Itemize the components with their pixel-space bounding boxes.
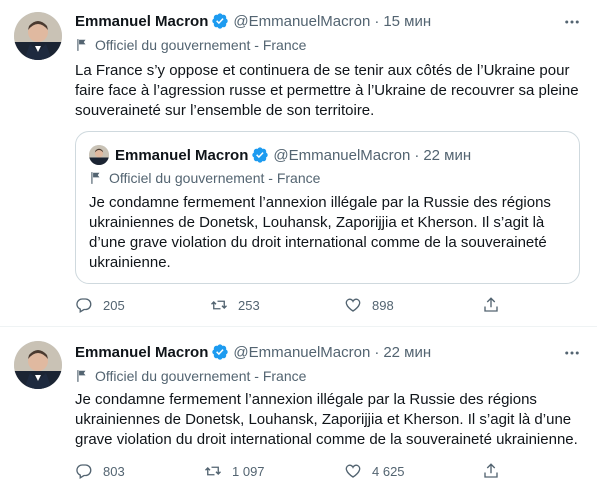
reply-count: 803 <box>103 463 125 479</box>
share-icon <box>484 463 498 478</box>
retweet-button[interactable]: 253 <box>210 296 344 314</box>
verified-icon <box>211 343 229 361</box>
government-label-text: Officiel du gouvernement - France <box>95 37 307 53</box>
tweet-text-line: faire face à l’agression russe et permet… <box>75 82 579 99</box>
tweet-text: La France s’y oppose et continuera de se… <box>75 61 579 121</box>
quoted-tweet-text: Je condamne fermement l’annexion illégal… <box>89 193 551 273</box>
tweet-actions: 205 253 898 <box>75 296 510 314</box>
timestamp[interactable]: 15 мин <box>383 13 431 30</box>
reply-icon <box>76 464 92 479</box>
flag-icon <box>91 172 100 184</box>
like-count: 4 625 <box>372 463 405 479</box>
tweet-text-line: souveraineté sur l’ensemble de son terri… <box>75 102 375 119</box>
author-name[interactable]: Emmanuel Macron <box>75 13 208 30</box>
tweet-text-line: ukrainiennes de Donetsk, Louhansk, Zapor… <box>75 411 572 428</box>
separator-dot: · <box>414 146 420 164</box>
quoted-text-line: d’une grave violation du droit internati… <box>89 234 547 251</box>
reply-icon <box>76 298 92 313</box>
flag-icon <box>77 370 86 382</box>
avatar[interactable] <box>14 341 62 389</box>
quoted-tweet[interactable]: Emmanuel Macron @EmmanuelMacron · 22 мин… <box>75 131 580 284</box>
quoted-government-label-text: Officiel du gouvernement - France <box>109 170 321 186</box>
like-icon <box>345 464 361 478</box>
quoted-text-line: Je condamne fermement l’annexion illégal… <box>89 194 551 211</box>
avatar[interactable] <box>14 12 62 60</box>
tweet-1[interactable]: Emmanuel Macron @EmmanuelMacron · 15 мин… <box>0 0 597 326</box>
reply-button[interactable]: 803 <box>75 462 204 480</box>
separator-dot: · <box>374 343 380 361</box>
government-label-text: Officiel du gouvernement - France <box>95 368 307 384</box>
author-handle[interactable]: @EmmanuelMacron <box>233 13 370 30</box>
government-label: Officiel du gouvernement - France <box>75 368 306 384</box>
quoted-avatar <box>89 145 109 165</box>
government-label: Officiel du gouvernement - France <box>75 37 306 53</box>
quoted-text-line: ukrainiennes de Donetsk, Louhansk, Zapor… <box>89 214 545 231</box>
retweet-count: 1 097 <box>232 463 265 479</box>
share-button[interactable] <box>482 462 510 480</box>
share-button[interactable] <box>482 296 510 314</box>
separator-dot: · <box>374 12 380 30</box>
tweet-text: Je condamne fermement l’annexion illégal… <box>75 390 578 450</box>
author-handle[interactable]: @EmmanuelMacron <box>233 344 370 361</box>
retweet-count: 253 <box>238 297 260 313</box>
timestamp[interactable]: 22 мин <box>383 344 431 361</box>
tweet-2[interactable]: Emmanuel Macron @EmmanuelMacron · 22 мин… <box>0 327 597 490</box>
quoted-government-label: Officiel du gouvernement - France <box>89 170 320 186</box>
retweet-icon <box>205 466 221 476</box>
like-count: 898 <box>372 297 394 313</box>
more-icon[interactable] <box>560 341 584 365</box>
flag-icon <box>77 39 86 51</box>
like-button[interactable]: 4 625 <box>344 462 482 480</box>
like-icon <box>345 298 361 312</box>
verified-icon <box>251 146 269 164</box>
quoted-text-line: ukrainienne. <box>89 254 171 271</box>
quoted-timestamp[interactable]: 22 мин <box>423 147 471 164</box>
verified-icon <box>211 12 229 30</box>
quoted-author-name[interactable]: Emmanuel Macron <box>115 147 248 164</box>
more-icon[interactable] <box>560 10 584 34</box>
share-icon <box>484 297 498 312</box>
tweet-actions: 803 1 097 4 625 <box>75 462 510 480</box>
author-name[interactable]: Emmanuel Macron <box>75 344 208 361</box>
like-button[interactable]: 898 <box>344 296 482 314</box>
tweet-text-line: grave violation du droit international c… <box>75 431 578 448</box>
reply-button[interactable]: 205 <box>75 296 210 314</box>
retweet-icon <box>211 300 227 310</box>
quoted-author-handle[interactable]: @EmmanuelMacron <box>273 147 410 164</box>
retweet-button[interactable]: 1 097 <box>204 462 344 480</box>
reply-count: 205 <box>103 297 125 313</box>
tweet-text-line: La France s’y oppose et continuera de se… <box>75 62 570 79</box>
tweet-text-line: Je condamne fermement l’annexion illégal… <box>75 391 537 408</box>
